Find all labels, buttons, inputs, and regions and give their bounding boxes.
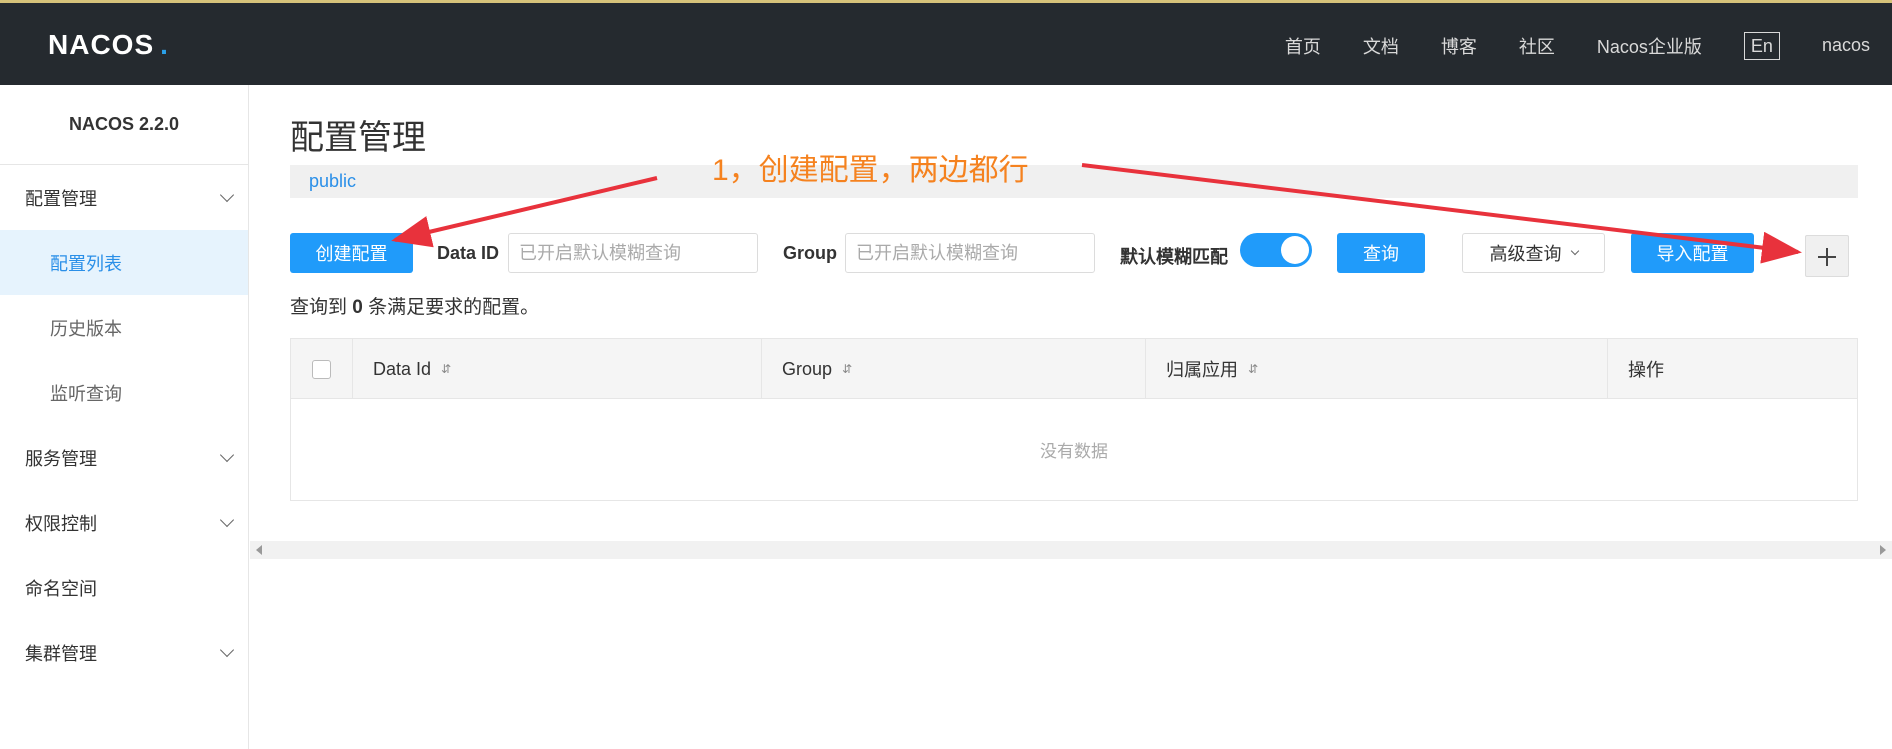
table-header: Data Id ⇵ Group ⇵ 归属应用 ⇵ 操作 [291,339,1857,399]
chevron-down-icon [1570,246,1579,256]
scroll-right-arrow-icon[interactable] [1880,545,1886,555]
plus-icon[interactable] [1805,235,1849,277]
sort-icon[interactable]: ⇵ [441,362,451,376]
sidebar-item-label: 权限控制 [25,513,97,534]
sort-icon[interactable]: ⇵ [1248,362,1258,376]
config-table: Data Id ⇵ Group ⇵ 归属应用 ⇵ 操作 没有数据 [290,338,1858,501]
column-header-group[interactable]: Group ⇵ [762,339,1146,399]
group-search-input[interactable]: 已开启默认模糊查询 [845,233,1095,273]
result-count: 0 [352,297,363,318]
sidebar-item-namespace[interactable]: 命名空间 [0,555,248,620]
column-header-actions: 操作 [1608,339,1857,399]
chevron-down-icon [219,512,235,527]
toggle-knob [1281,236,1309,264]
sidebar-item-history[interactable]: 历史版本 [0,295,248,360]
nav-community[interactable]: 社区 [1519,33,1555,59]
nav-home[interactable]: 首页 [1285,33,1321,59]
column-header-app[interactable]: 归属应用 ⇵ [1146,339,1608,399]
table-empty-message: 没有数据 [1040,442,1108,461]
result-prefix: 查询到 [290,297,348,318]
sidebar-item-cluster-management[interactable]: 集群管理 [0,620,248,685]
sidebar-item-config-list[interactable]: 配置列表 [0,230,248,295]
namespace-bar: public [290,165,1858,198]
chevron-down-icon [219,187,235,202]
sidebar: NACOS 2.2.0 配置管理 配置列表 历史版本 监听查询 服务管理 权限控… [0,85,249,749]
query-button[interactable]: 查询 [1337,233,1425,273]
column-label: 归属应用 [1166,360,1238,380]
nav-docs[interactable]: 文档 [1363,33,1399,59]
language-switch[interactable]: En [1743,31,1780,60]
top-navbar: NACOS. 首页 文档 博客 社区 Nacos企业版 En nacos [0,0,1892,85]
logo-dot: . [160,29,169,60]
sidebar-item-config-management[interactable]: 配置管理 [0,165,248,230]
main-content: 配置管理 public 创建配置 Data ID 已开启默认模糊查询 Group… [250,85,1892,749]
sidebar-item-service-management[interactable]: 服务管理 [0,425,248,490]
nav-blog[interactable]: 博客 [1441,33,1477,59]
namespace-link-public[interactable]: public [309,171,356,191]
column-header-dataid[interactable]: Data Id ⇵ [353,339,762,399]
sidebar-item-label: 集群管理 [25,643,97,664]
sidebar-version-title: NACOS 2.2.0 [0,85,248,165]
user-menu[interactable]: nacos [1822,35,1870,56]
column-label: Group [782,358,833,379]
column-label: 操作 [1628,360,1664,380]
chevron-down-icon [219,642,235,657]
advanced-query-button[interactable]: 高级查询 [1462,233,1605,273]
nav-enterprise[interactable]: Nacos企业版 [1597,33,1702,59]
page-title: 配置管理 [290,119,426,157]
sidebar-item-label: 命名空间 [25,578,97,599]
result-suffix: 条满足要求的配置。 [368,297,540,318]
sidebar-item-label: 配置管理 [25,188,97,209]
horizontal-scrollbar[interactable] [250,541,1892,559]
fuzzy-match-label: 默认模糊匹配 [1120,247,1228,267]
query-result-summary: 查询到 0 条满足要求的配置。 [290,292,539,319]
select-all-cell [291,339,353,399]
logo-text: NACOS [48,29,155,60]
dataid-search-input[interactable]: 已开启默认模糊查询 [508,233,758,273]
fuzzy-match-toggle[interactable] [1240,233,1312,267]
chevron-down-icon [219,447,235,462]
sidebar-item-listener-query[interactable]: 监听查询 [0,360,248,425]
create-config-button[interactable]: 创建配置 [290,233,413,273]
annotation-text: 1，创建配置，两边都行 [712,154,1029,187]
column-label: Data Id [373,358,432,379]
scroll-left-arrow-icon[interactable] [256,545,262,555]
advanced-query-label: 高级查询 [1489,244,1562,264]
select-all-checkbox[interactable] [312,359,331,379]
top-nav: 首页 文档 博客 社区 Nacos企业版 En nacos [1285,3,1870,88]
group-label: Group [783,243,837,263]
nacos-logo[interactable]: NACOS. [48,27,169,63]
sidebar-item-permission-control[interactable]: 权限控制 [0,490,248,555]
import-config-button[interactable]: 导入配置 [1631,233,1754,273]
sort-icon[interactable]: ⇵ [842,362,852,376]
dataid-label: Data ID [437,243,500,263]
sidebar-item-label: 服务管理 [25,448,97,469]
